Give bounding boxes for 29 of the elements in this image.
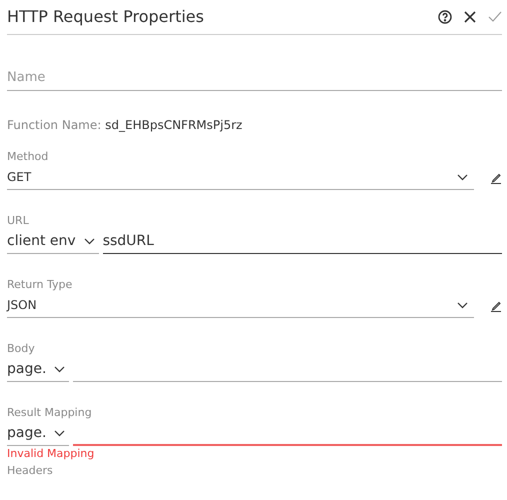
confirm-button[interactable] [488,11,502,23]
function-name-text: Function Name: sd_EHBpsCNFRMsPj5rz [7,118,244,132]
prefix-dropdown[interactable]: page. [7,360,70,382]
section-heading: Headers [7,464,54,478]
close-button[interactable] [464,11,476,23]
check-icon [488,11,502,23]
prefix-dropdown[interactable]: client env [7,232,99,254]
caret-icon [54,430,66,437]
close-icon [464,11,476,23]
field-label: Return Type [7,278,74,292]
dialog-title: HTTP Request Properties [7,7,205,27]
field-label: URL [7,214,30,228]
edit-button[interactable] [490,172,502,184]
prefix-dropdown[interactable]: page. [7,424,70,446]
value-field[interactable]: ssdURL [102,232,502,254]
edit-icon [490,300,502,312]
field-label: Method [7,150,50,164]
caret-icon [84,238,95,245]
field-label: Body [7,342,36,356]
method-dropdown[interactable]: GET [7,168,474,190]
caret-icon [457,302,468,309]
caret-icon [457,174,468,181]
field-label: Result Mapping [7,406,93,420]
caret-icon [54,366,66,373]
error-message: Invalid Mapping [7,446,96,460]
name-field[interactable]: Name [7,68,502,90]
method-dropdown[interactable]: JSON [7,296,474,318]
edit-icon [490,172,502,184]
edit-button[interactable] [490,300,502,312]
